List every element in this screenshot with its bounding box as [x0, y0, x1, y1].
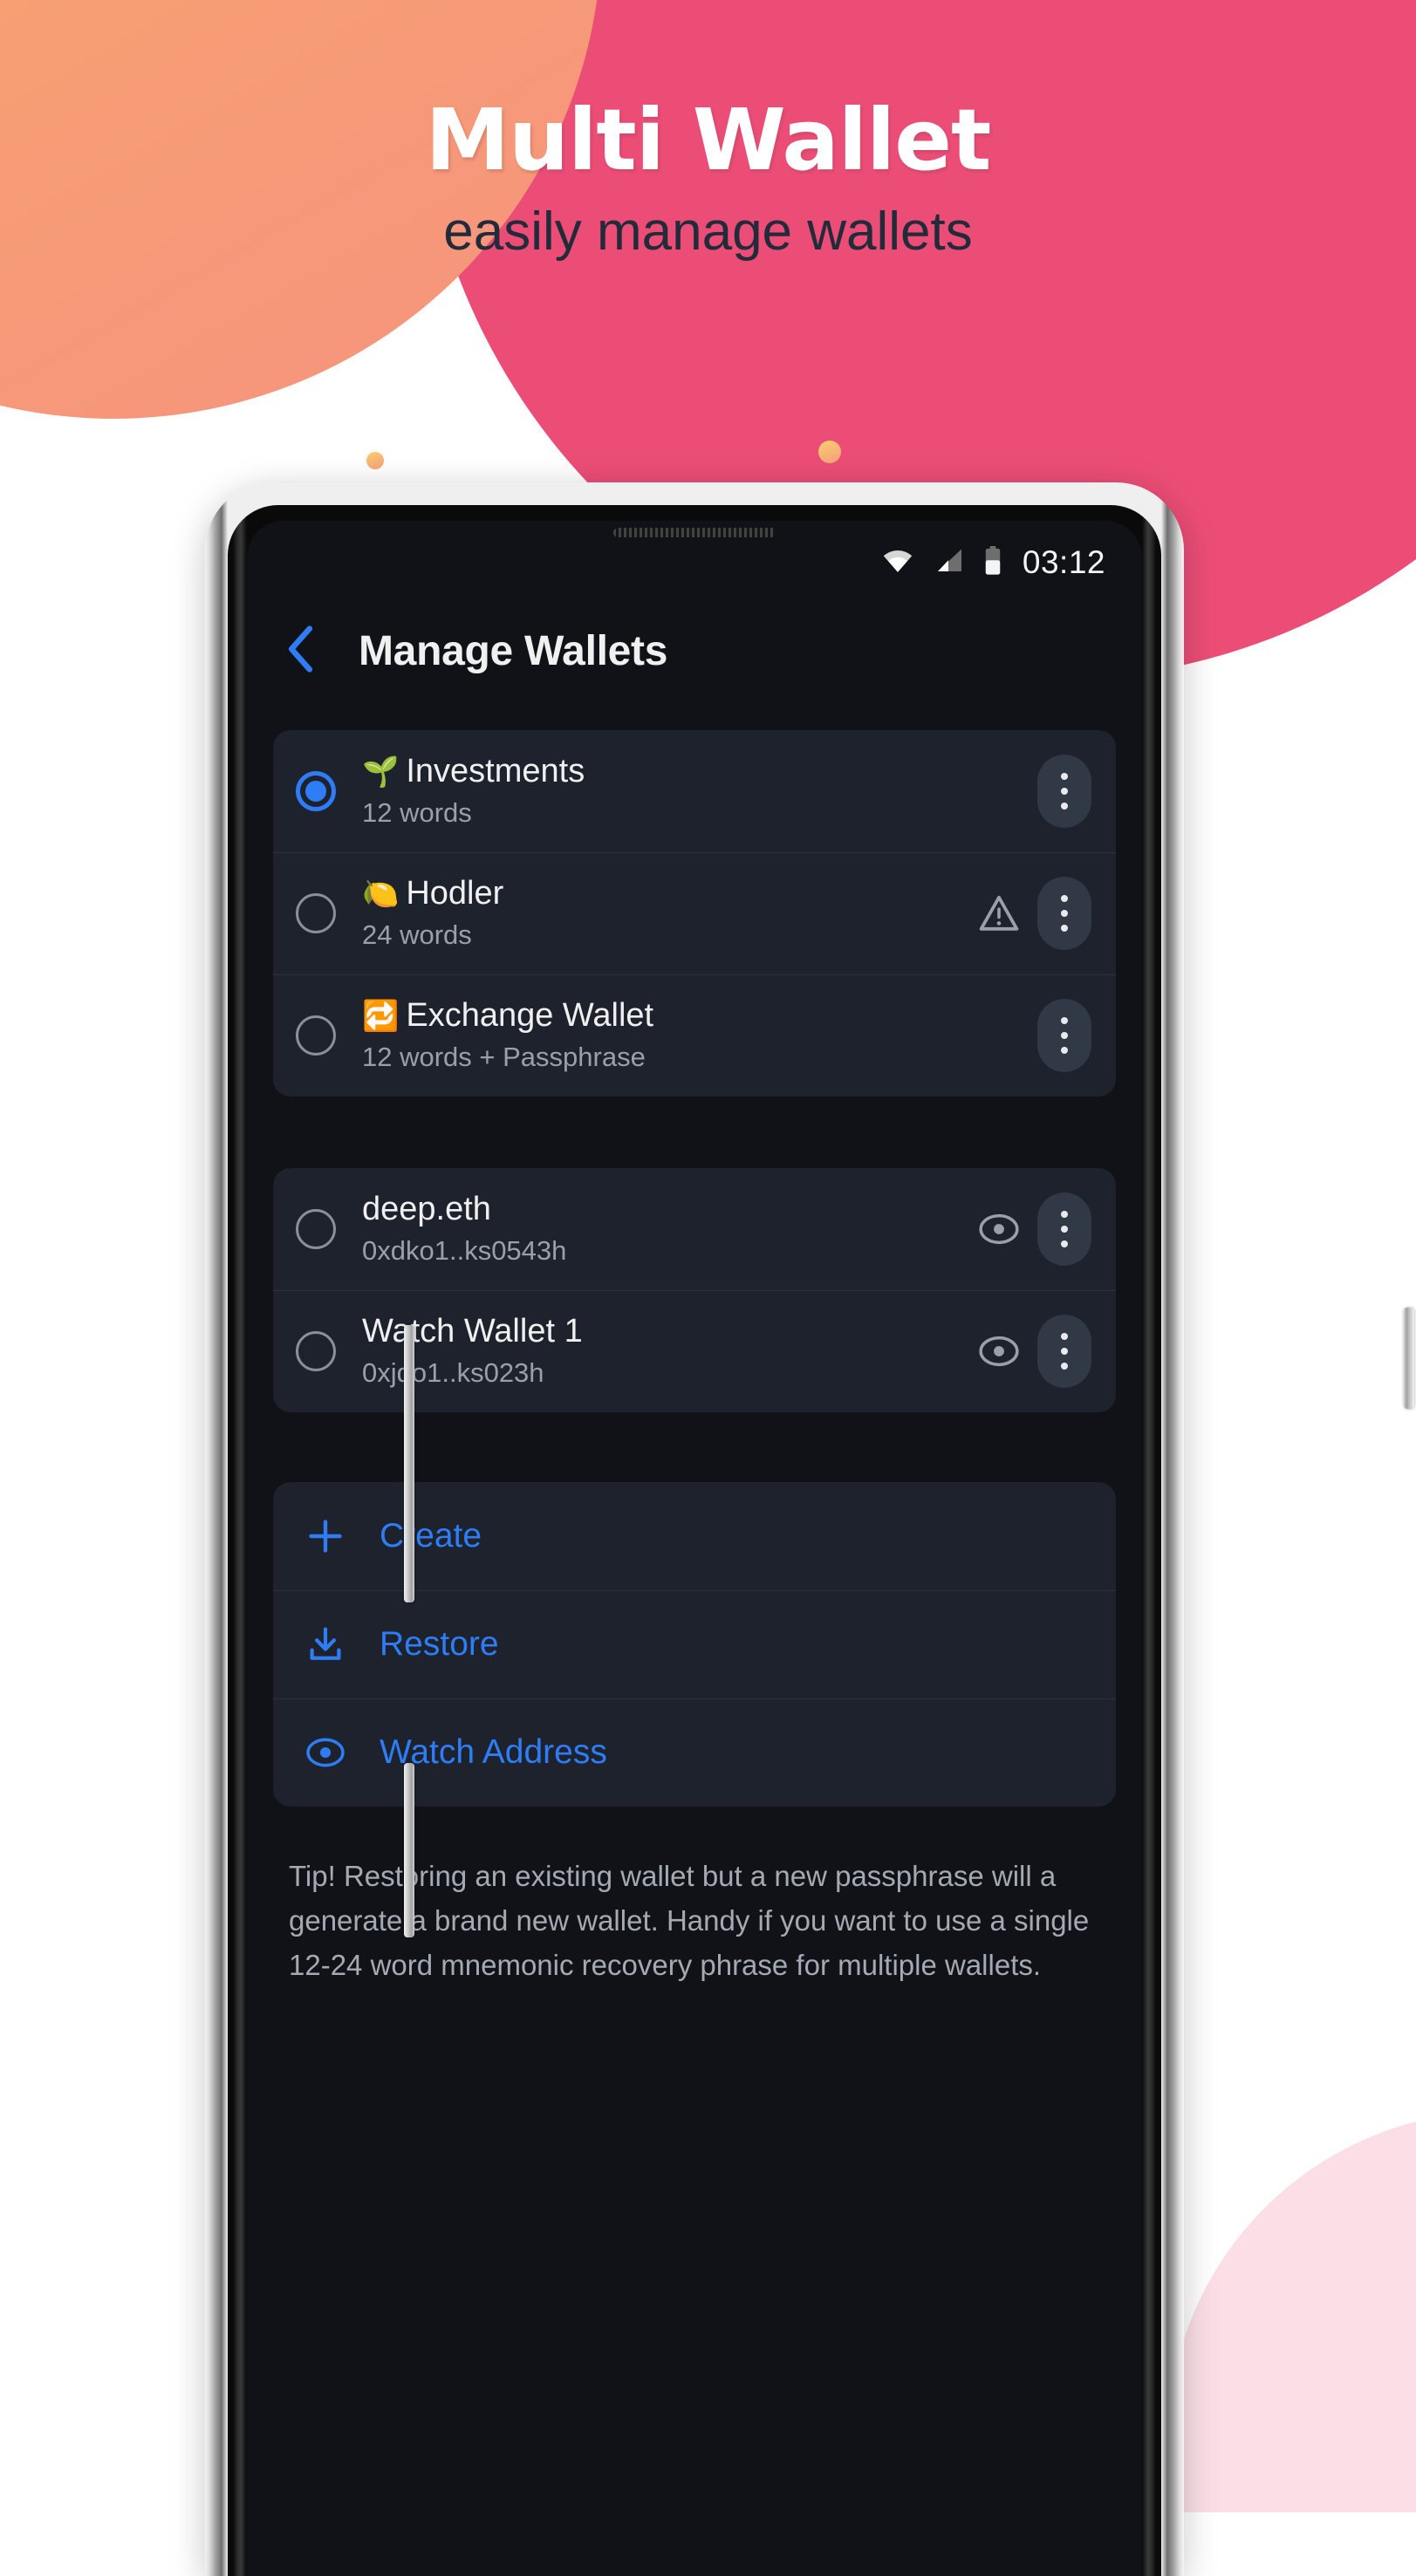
kebab-menu-icon[interactable] — [1037, 877, 1091, 950]
watch-radio-deep-eth[interactable] — [296, 1209, 336, 1249]
kebab-menu-icon[interactable] — [1037, 999, 1091, 1072]
app-bar: Manage Wallets — [247, 596, 1142, 706]
watch-address-button[interactable]: Watch Address — [273, 1698, 1116, 1807]
small-dot-decoration-left — [366, 452, 384, 469]
watch-name: Watch Wallet 1 — [362, 1313, 583, 1350]
wallet-detail: 24 words — [362, 919, 472, 951]
watch-row-deep-eth[interactable]: deep.eth 0xdko1..ks0543h — [273, 1168, 1116, 1290]
promo-subtitle: easily manage wallets — [443, 202, 973, 262]
wallet-actions-list: Create Restore Watch Address — [273, 1482, 1116, 1807]
kebab-menu-icon[interactable] — [1037, 755, 1091, 828]
seedling-icon: 🌱 — [362, 755, 400, 790]
pale-pink-circle-decoration — [1167, 2111, 1416, 2512]
eye-icon[interactable] — [976, 1206, 1022, 1252]
watch-address: 0xdko1..ks0543h — [362, 1235, 567, 1267]
restore-label: Restore — [380, 1625, 499, 1663]
power-button[interactable] — [404, 1763, 414, 1937]
promo-headline-block: Multi Wallet easily manage wallets — [0, 98, 1416, 259]
wallet-text-investments: 🌱 Investments 12 words — [362, 752, 1037, 830]
watch-text-watch-wallet-1: Watch Wallet 1 0xjdo1..ks023h — [362, 1312, 976, 1390]
wallet-row-icons — [976, 877, 1091, 950]
phone-mockup: 03:12 Manage Wallets 🌱 Investments 12 wo… — [205, 482, 1414, 2576]
wallet-title-exchange: 🔁 Exchange Wallet — [362, 996, 1037, 1035]
create-wallet-button[interactable]: Create — [273, 1482, 1116, 1590]
eye-icon — [303, 1730, 348, 1775]
back-button[interactable] — [277, 625, 324, 677]
watch-radio-watch-wallet-1[interactable] — [296, 1331, 336, 1371]
promo-title: Multi Wallet — [425, 91, 992, 189]
battery-icon — [982, 545, 1003, 580]
watch-name: deep.eth — [362, 1191, 491, 1228]
wallet-radio-exchange[interactable] — [296, 1015, 336, 1056]
watch-text-deep-eth: deep.eth 0xdko1..ks0543h — [362, 1190, 976, 1268]
page-title: Manage Wallets — [359, 627, 668, 674]
wallet-name: Hodler — [406, 875, 504, 912]
repeat-arrows-icon: 🔁 — [362, 999, 400, 1035]
download-icon — [303, 1622, 348, 1667]
lemon-icon: 🍋 — [362, 877, 400, 912]
volume-button[interactable] — [404, 1325, 414, 1602]
wallet-detail: 12 words + Passphrase — [362, 1042, 646, 1073]
wallet-radio-hodler[interactable] — [296, 893, 336, 933]
warning-triangle-icon[interactable] — [976, 891, 1022, 936]
wallet-row-hodler[interactable]: 🍋 Hodler 24 words — [273, 852, 1116, 974]
wallet-text-exchange: 🔁 Exchange Wallet 12 words + Passphrase — [362, 996, 1037, 1075]
restore-wallet-button[interactable]: Restore — [273, 1590, 1116, 1698]
wallet-radio-investments[interactable] — [296, 771, 336, 811]
earpiece-speaker-grille — [613, 528, 776, 537]
side-key-button[interactable] — [1404, 1308, 1414, 1409]
seed-wallet-list: 🌱Investments 12 words 🍋Hodler 24 words — [273, 730, 1116, 1097]
watch-row-icons — [976, 1315, 1091, 1388]
wallet-name: Exchange Wallet — [406, 997, 654, 1035]
wallet-title-hodler: 🍋 Hodler — [362, 874, 976, 913]
wallet-detail: 12 words — [362, 797, 472, 829]
chevron-left-icon — [285, 625, 315, 677]
wallet-name: Investments — [406, 753, 585, 790]
status-bar-clock: 03:12 — [1022, 544, 1105, 580]
wifi-icon — [881, 548, 914, 578]
small-dot-decoration-right — [818, 441, 841, 463]
wallet-row-exchange[interactable]: 🔁 Exchange Wallet 12 words + Passphrase — [273, 974, 1116, 1097]
kebab-menu-icon[interactable] — [1037, 1315, 1091, 1388]
wallet-row-icons — [1037, 999, 1091, 1072]
plus-icon — [303, 1513, 348, 1559]
eye-icon[interactable] — [976, 1329, 1022, 1374]
phone-screen: 03:12 Manage Wallets 🌱 Investments 12 wo… — [247, 521, 1142, 2576]
watch-address: 0xjdo1..ks023h — [362, 1357, 544, 1389]
cellular-signal-icon — [934, 548, 963, 578]
create-label: Create — [380, 1517, 482, 1554]
wallet-title-investments: 🌱 Investments — [362, 752, 1037, 791]
wallet-row-investments[interactable]: 🌱 Investments 12 words — [273, 730, 1116, 852]
kebab-menu-icon[interactable] — [1037, 1192, 1091, 1266]
watch-row-watch-wallet-1[interactable]: Watch Wallet 1 0xjdo1..ks023h — [273, 1290, 1116, 1412]
wallet-text-hodler: 🍋 Hodler 24 words — [362, 874, 976, 953]
watch-row-icons — [976, 1192, 1091, 1266]
watch-wallet-list: deep.eth 0xdko1..ks0543h Watch Wallet 1 … — [273, 1168, 1116, 1412]
wallet-row-icons — [1037, 755, 1091, 828]
